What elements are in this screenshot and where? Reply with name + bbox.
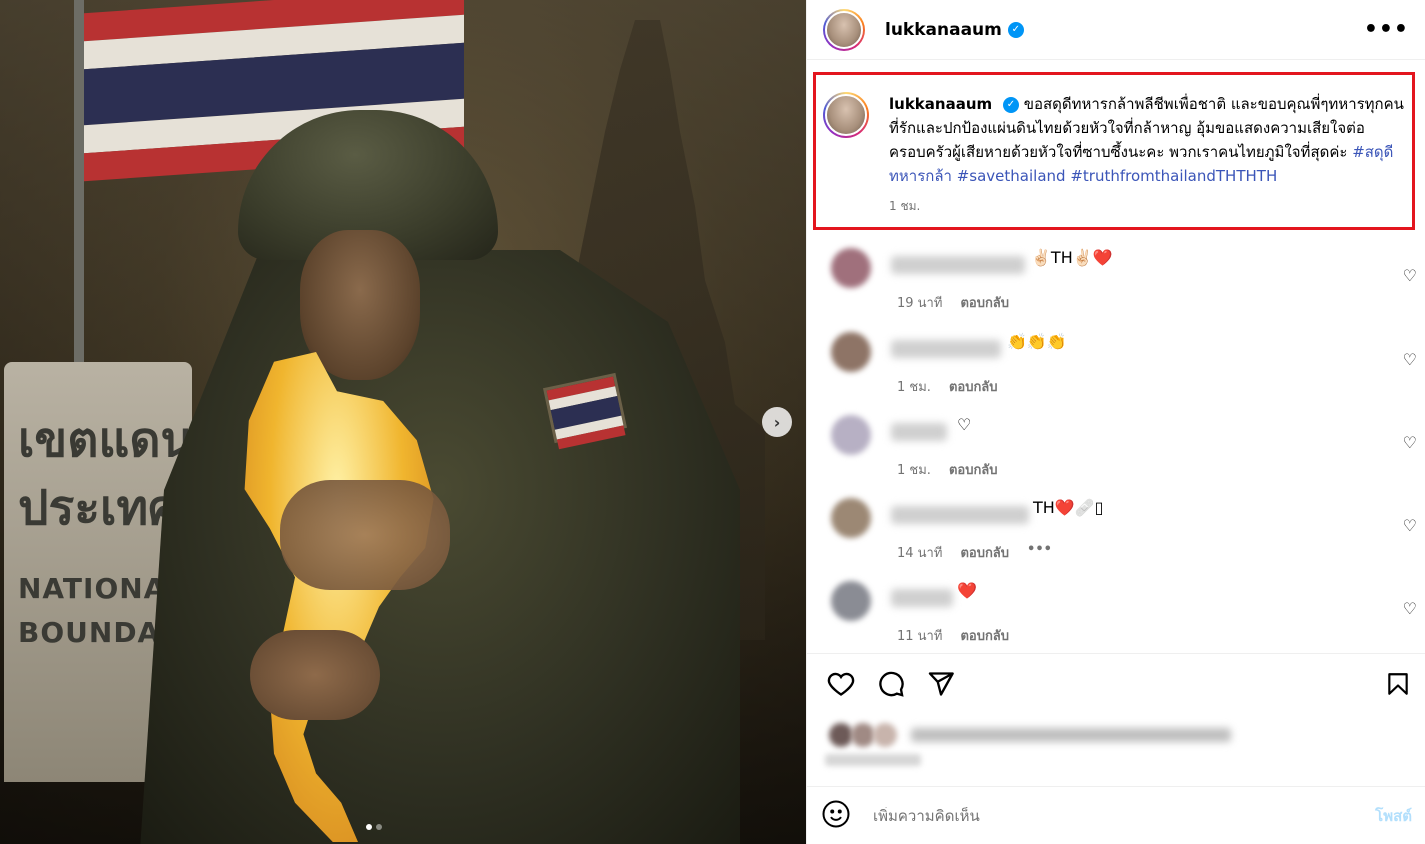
likes-summary-blurred[interactable] [825, 720, 1235, 750]
post-sidebar: lukkanaaum ✓ ••• lukkanaaum ✓ ขอสดุดีทหา… [806, 0, 1425, 844]
flagpole [74, 0, 84, 380]
add-comment-bar: โพสต์ [807, 786, 1425, 844]
comment-like-icon[interactable]: ♡ [1403, 433, 1417, 452]
reply-button[interactable]: ตอบกลับ [960, 625, 1009, 646]
carousel-next-button[interactable]: › [762, 407, 792, 437]
send-icon[interactable] [925, 668, 957, 700]
comment-item: 👏👏👏 1 ชม. ตอบกลับ ♡ [823, 324, 1417, 397]
carousel-indicator [366, 824, 382, 830]
comment-like-icon[interactable]: ♡ [1403, 350, 1417, 369]
comment-avatar[interactable] [831, 498, 871, 538]
liker-avatar [851, 723, 875, 747]
comment-time: 14 นาที [897, 546, 943, 561]
comment-avatar[interactable] [831, 248, 871, 288]
reply-button[interactable]: ตอบกลับ [960, 292, 1009, 313]
verified-badge-icon: ✓ [1007, 21, 1024, 38]
post-caption: lukkanaaum ✓ ขอสดุดีทหารกล้าพลีชีพเพื่อช… [823, 92, 1413, 218]
comment-text: TH❤️🩹▯ [1033, 498, 1104, 517]
comment-time: 11 นาที [897, 629, 943, 644]
comment-meta: 14 นาที ตอบกลับ ••• [897, 542, 1052, 563]
comment-item: ✌🏻TH✌🏻❤️ 19 นาที ตอบกลับ ♡ [823, 240, 1417, 313]
comment-item: ❤️ 11 นาที ตอบกลับ ♡ [823, 573, 1417, 646]
comment-item: ♡ 1 ชม. ตอบกลับ ♡ [823, 407, 1417, 480]
liker-avatar [829, 723, 853, 747]
comment-text: ♡ [957, 415, 972, 434]
verified-badge-icon: ✓ [1002, 96, 1019, 113]
comment-time: 19 นาที [897, 296, 943, 311]
comment-avatar[interactable] [831, 332, 871, 372]
sign-text-line1: เขตแดน [18, 412, 194, 468]
soldier-hand-lower [250, 630, 380, 720]
bookmark-icon[interactable] [1382, 668, 1414, 700]
likes-text-blurred [911, 728, 1231, 742]
chevron-right-icon: › [773, 412, 781, 432]
comment-input[interactable] [873, 806, 1333, 825]
post-time-blurred [825, 754, 921, 766]
avatar[interactable] [823, 8, 865, 51]
reply-button[interactable]: ตอบกลับ [960, 542, 1009, 563]
comment-meta: 19 นาที ตอบกลับ [897, 292, 1009, 313]
comment-icon[interactable] [875, 668, 907, 700]
post-actions [807, 653, 1425, 785]
comment-avatar[interactable] [831, 415, 871, 455]
soldier-hands [280, 480, 450, 590]
comment-text: 👏👏👏 [1007, 332, 1067, 351]
comment-time: 1 ชม. [897, 380, 931, 395]
caption-timestamp: 1 ชม. [889, 199, 921, 213]
comment-item: TH❤️🩹▯ 14 นาที ตอบกลับ ••• ♡ [823, 490, 1417, 563]
caption-username[interactable]: lukkanaaum [889, 95, 992, 113]
comment-username-blurred[interactable] [891, 340, 1001, 358]
comment-like-icon[interactable]: ♡ [1403, 516, 1417, 535]
carousel-dot-active [366, 824, 372, 830]
comment-avatar[interactable] [831, 581, 871, 621]
comment-username-blurred[interactable] [891, 423, 947, 441]
hashtag-link[interactable]: #truthfromthailandTHTHTH [1070, 167, 1277, 185]
post-comment-button[interactable]: โพสต์ [1375, 804, 1412, 828]
comment-username-blurred[interactable] [891, 589, 953, 607]
caption-body: lukkanaaum ✓ ขอสดุดีทหารกล้าพลีชีพเพื่อช… [889, 92, 1404, 218]
comment-like-icon[interactable]: ♡ [1403, 599, 1417, 618]
comment-text: ❤️ [957, 581, 977, 600]
comments-list: ✌🏻TH✌🏻❤️ 19 นาที ตอบกลับ ♡ 👏👏👏 1 ชม. ตอบ… [807, 232, 1425, 652]
comment-meta: 1 ชม. ตอบกลับ [897, 459, 998, 480]
comment-text: ✌🏻TH✌🏻❤️ [1031, 248, 1113, 267]
more-options-icon[interactable]: ••• [1364, 17, 1409, 42]
comment-meta: 1 ชม. ตอบกลับ [897, 376, 998, 397]
caption-avatar[interactable] [823, 92, 869, 138]
post-header: lukkanaaum ✓ ••• [807, 0, 1425, 60]
comment-time: 1 ชม. [897, 463, 931, 478]
post-image[interactable]: เขตแดน ประเทศ NATIONA BOUNDARY › [0, 0, 806, 844]
carousel-dot [376, 824, 382, 830]
comment-more-icon[interactable]: ••• [1027, 542, 1052, 563]
comment-username-blurred[interactable] [891, 506, 1029, 524]
reply-button[interactable]: ตอบกลับ [949, 376, 998, 397]
hashtag-link[interactable]: #savethailand [957, 167, 1066, 185]
reply-button[interactable]: ตอบกลับ [949, 459, 998, 480]
comment-username-blurred[interactable] [891, 256, 1025, 274]
comment-like-icon[interactable]: ♡ [1403, 266, 1417, 285]
liker-avatar [873, 723, 897, 747]
header-username[interactable]: lukkanaaum [885, 20, 1002, 40]
heart-icon[interactable] [825, 668, 857, 700]
emoji-icon[interactable] [821, 799, 851, 833]
comment-meta: 11 นาที ตอบกลับ [897, 625, 1009, 646]
